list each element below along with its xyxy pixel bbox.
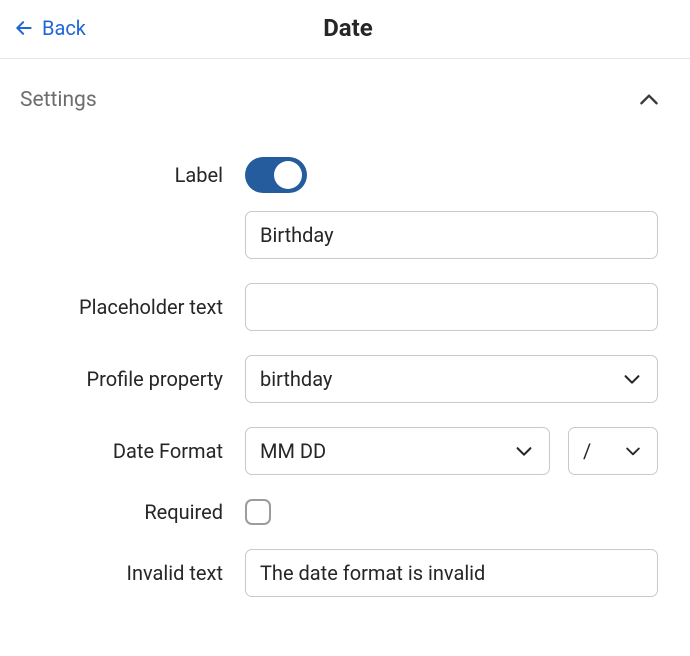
chevron-down-icon [513, 440, 535, 462]
profile-property-caption: Profile property [20, 367, 245, 391]
row-invalid-text: Invalid text [20, 549, 658, 597]
row-label-input [20, 211, 658, 259]
row-date-format: Date Format MM DD / [20, 427, 658, 475]
row-placeholder: Placeholder text [20, 283, 658, 331]
placeholder-input[interactable] [245, 283, 658, 331]
date-separator-value: / [583, 439, 591, 463]
row-required: Required [20, 499, 658, 525]
invalid-text-caption: Invalid text [20, 561, 245, 585]
date-format-caption: Date Format [20, 439, 245, 463]
chevron-up-icon [636, 87, 662, 113]
section-header[interactable]: Settings [0, 59, 690, 119]
page-title: Date [26, 14, 670, 42]
settings-form: Label Placeholder text Profile property … [0, 119, 690, 635]
date-separator-select[interactable]: / [568, 427, 658, 475]
topbar: Back Date [0, 0, 690, 59]
profile-property-value: birthday [260, 367, 332, 391]
label-input[interactable] [245, 211, 658, 259]
label-caption: Label [20, 163, 245, 187]
required-checkbox[interactable] [245, 499, 271, 525]
chevron-down-icon [621, 368, 643, 390]
invalid-text-input[interactable] [245, 549, 658, 597]
row-label-toggle: Label [20, 157, 658, 193]
row-profile-property: Profile property birthday [20, 355, 658, 403]
label-toggle[interactable] [245, 157, 307, 193]
toggle-knob [274, 161, 302, 189]
section-title: Settings [20, 88, 97, 112]
chevron-down-icon [623, 441, 643, 461]
placeholder-caption: Placeholder text [20, 295, 245, 319]
date-format-value: MM DD [260, 439, 326, 463]
date-format-select[interactable]: MM DD [245, 427, 550, 475]
required-caption: Required [20, 500, 245, 524]
profile-property-select[interactable]: birthday [245, 355, 658, 403]
